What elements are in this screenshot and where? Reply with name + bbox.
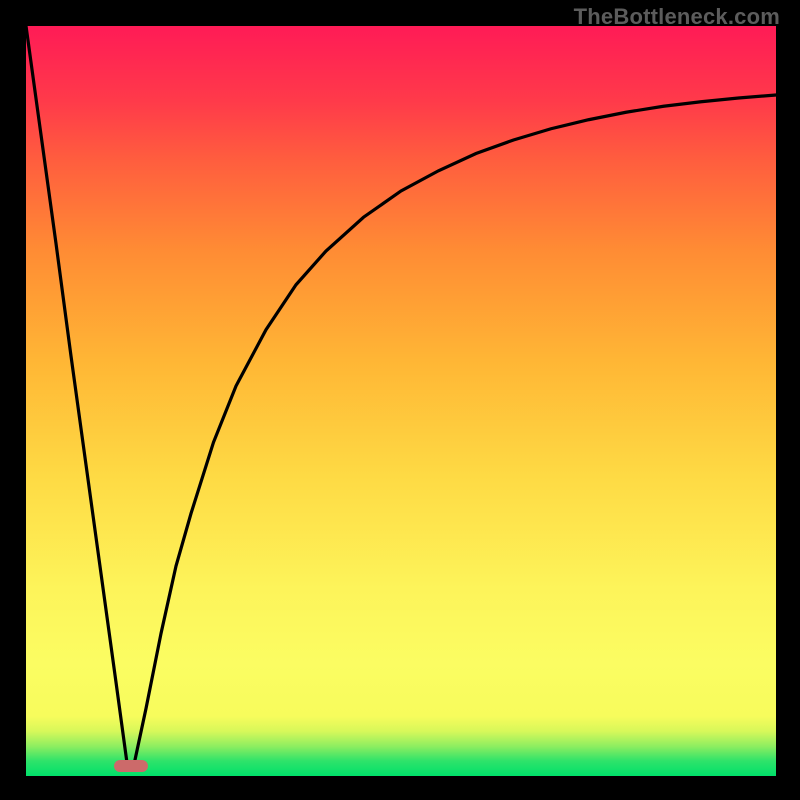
chart-frame: TheBottleneck.com — [0, 0, 800, 800]
watermark-text: TheBottleneck.com — [574, 4, 780, 30]
curve-left-branch — [26, 26, 127, 765]
curve-right-branch — [135, 95, 776, 761]
bottleneck-marker — [114, 760, 148, 772]
chart-curves — [26, 26, 776, 776]
